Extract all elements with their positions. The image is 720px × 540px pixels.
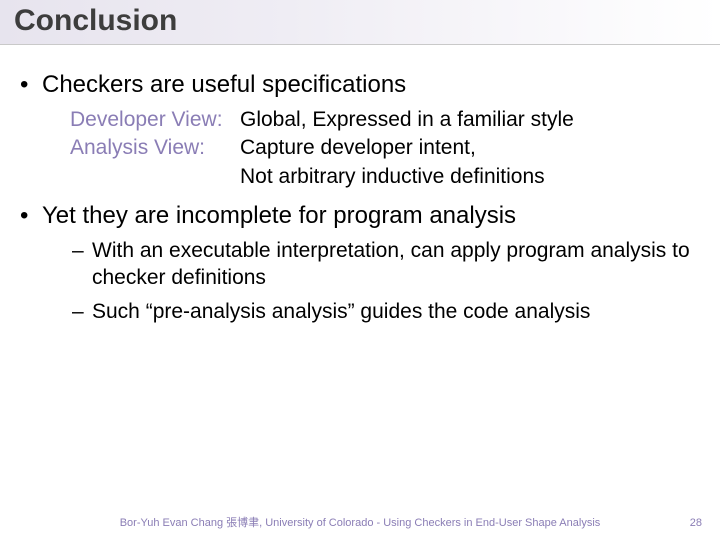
developer-view-row: Developer View: Global, Expressed in a f… [70,106,706,134]
sub-bullet-1: With an executable interpretation, can a… [70,237,706,292]
sub-bullet-2: Such “pre-analysis analysis” guides the … [70,298,706,325]
slide-title: Conclusion [14,4,706,38]
title-region: Conclusion [0,0,720,45]
slide-body: Checkers are useful specifications Devel… [14,70,706,335]
developer-view-desc: Global, Expressed in a familiar style [240,106,706,134]
analysis-view-row: Analysis View: Capture developer intent,… [70,134,706,191]
analysis-view-desc: Capture developer intent, Not arbitrary … [240,134,706,191]
sub-bullet-list: With an executable interpretation, can a… [70,237,706,325]
page-number: 28 [672,517,702,529]
bullet-2-text: Yet they are incomplete for program anal… [42,202,516,229]
analysis-view-desc-line2: Not arbitrary inductive definitions [240,163,706,191]
footer: Bor-Yuh Evan Chang 張博聿, University of Co… [0,514,720,530]
analysis-view-label: Analysis View: [70,134,240,191]
bullet-1-text: Checkers are useful specifications [42,71,406,98]
bullet-list: Checkers are useful specifications Devel… [14,70,706,325]
bullet-1: Checkers are useful specifications Devel… [14,70,706,191]
slide: Conclusion Checkers are useful specifica… [0,0,720,540]
developer-view-label: Developer View: [70,106,240,134]
footer-text: Bor-Yuh Evan Chang 張博聿, University of Co… [48,514,672,530]
views-block: Developer View: Global, Expressed in a f… [70,106,706,191]
analysis-view-desc-line1: Capture developer intent, [240,134,706,162]
bullet-2: Yet they are incomplete for program anal… [14,201,706,325]
